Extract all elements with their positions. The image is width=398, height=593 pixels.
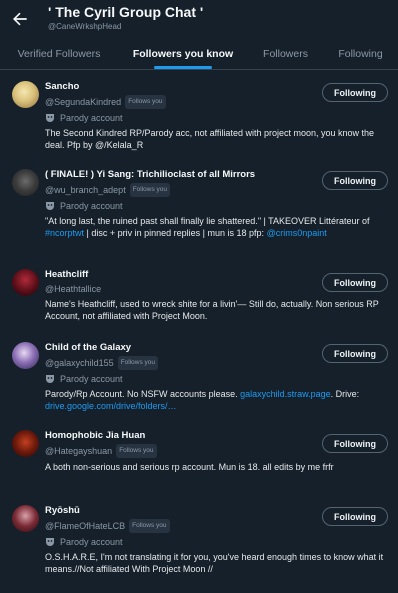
- following-button[interactable]: Following: [322, 344, 388, 363]
- user-handle[interactable]: @FlameOfHateLCB: [45, 520, 125, 532]
- follows-you-badge: Follows you: [129, 519, 170, 533]
- user-handle[interactable]: @SegundaKindred: [45, 96, 121, 108]
- tab-following[interactable]: Following: [323, 38, 398, 69]
- parody-label-text: Parody account: [60, 374, 123, 384]
- tab-label: Followers you know: [132, 47, 234, 60]
- user-bio: O.S.H.A.R.E, I'm not translating it for …: [45, 552, 384, 574]
- avatar[interactable]: [12, 81, 39, 108]
- user-bio: The Second Kindred RP/Parody acc, not af…: [45, 128, 375, 150]
- parody-label: Parody account: [45, 200, 390, 212]
- user-row[interactable]: Sancho @SegundaKindred Follows you Parod…: [0, 71, 398, 159]
- following-button[interactable]: Following: [322, 273, 388, 292]
- parody-label-text: Parody account: [60, 113, 123, 123]
- tab-bar: Verified Followers Followers you know Fo…: [0, 38, 398, 70]
- user-handle[interactable]: @galaxychild155: [45, 357, 114, 369]
- avatar[interactable]: [12, 269, 39, 296]
- following-button[interactable]: Following: [322, 507, 388, 526]
- tab-label: Following: [338, 47, 383, 60]
- user-row[interactable]: ( FINALE! ) Yi Sang: Trichilioclast of a…: [0, 159, 398, 259]
- tab-verified-followers[interactable]: Verified Followers: [0, 38, 118, 69]
- user-row[interactable]: Homophobic Jia Huan @Hategayshuan Follow…: [0, 420, 398, 495]
- bio-text: | disc + priv in pinned replies | mun is…: [84, 228, 267, 238]
- following-button[interactable]: Following: [322, 171, 388, 190]
- parody-mask-icon: [46, 538, 54, 546]
- avatar[interactable]: [12, 430, 39, 457]
- bio-text: "At long last, the ruined past shall fin…: [45, 216, 370, 226]
- parody-mask-icon: [46, 375, 54, 383]
- parody-label: Parody account: [45, 112, 390, 124]
- back-arrow-icon[interactable]: [10, 9, 30, 29]
- follows-you-badge: Follows you: [125, 95, 166, 109]
- user-bio: Parody/Rp Account. No NSFW accounts plea…: [45, 388, 385, 412]
- tab-followers[interactable]: Followers: [248, 38, 323, 69]
- avatar[interactable]: [12, 342, 39, 369]
- parody-mask-icon: [46, 202, 54, 210]
- parody-mask-icon: [46, 114, 54, 122]
- follows-you-badge: Follows you: [116, 444, 157, 458]
- tab-label: Verified Followers: [17, 47, 101, 60]
- user-bio: A both non-serious and serious rp accoun…: [45, 462, 334, 472]
- avatar[interactable]: [12, 169, 39, 196]
- parody-label: Parody account: [45, 536, 390, 548]
- parody-label-text: Parody account: [60, 201, 123, 211]
- active-tab-indicator: [154, 66, 212, 69]
- page-title: ' The Cyril Group Chat ': [48, 4, 204, 20]
- user-bio: Name's Heathcliff, used to wreck shite f…: [45, 299, 379, 321]
- avatar[interactable]: [12, 505, 39, 532]
- follows-you-badge: Follows you: [129, 183, 171, 197]
- tab-followers-you-know[interactable]: Followers you know: [118, 38, 248, 69]
- page-handle: @CaneWrkshpHead: [48, 22, 122, 31]
- user-handle[interactable]: @wu_branch_adept: [45, 184, 126, 196]
- user-handle[interactable]: @Hategayshuan: [45, 445, 112, 457]
- drive-link[interactable]: drive.google.com/drive/folders/…: [45, 401, 177, 411]
- bio-text: Parody/Rp Account. No NSFW accounts plea…: [45, 389, 241, 399]
- follows-you-badge: Follows you: [117, 356, 159, 370]
- mention-link[interactable]: @crims0npaint: [267, 228, 327, 238]
- following-button[interactable]: Following: [322, 83, 388, 102]
- bio-text: . Drive:: [330, 389, 360, 399]
- parody-label: Parody account: [45, 373, 390, 385]
- website-link[interactable]: galaxychild.straw.page: [240, 389, 331, 399]
- user-handle[interactable]: @Heathtallice: [45, 283, 101, 295]
- page-header: ' The Cyril Group Chat ' @CaneWrkshpHead: [0, 0, 398, 38]
- user-bio: "At long last, the ruined past shall fin…: [45, 215, 385, 239]
- user-row[interactable]: Heathcliff @Heathtallice Name's Heathcli…: [0, 259, 398, 332]
- user-row[interactable]: Ryōshū @FlameOfHateLCB Follows you Parod…: [0, 495, 398, 593]
- tab-label: Followers: [263, 47, 308, 60]
- user-row[interactable]: Child of the Galaxy @galaxychild155 Foll…: [0, 332, 398, 420]
- following-button[interactable]: Following: [322, 434, 388, 453]
- parody-label-text: Parody account: [60, 537, 123, 547]
- hashtag-link[interactable]: #ncorptwt: [45, 228, 84, 238]
